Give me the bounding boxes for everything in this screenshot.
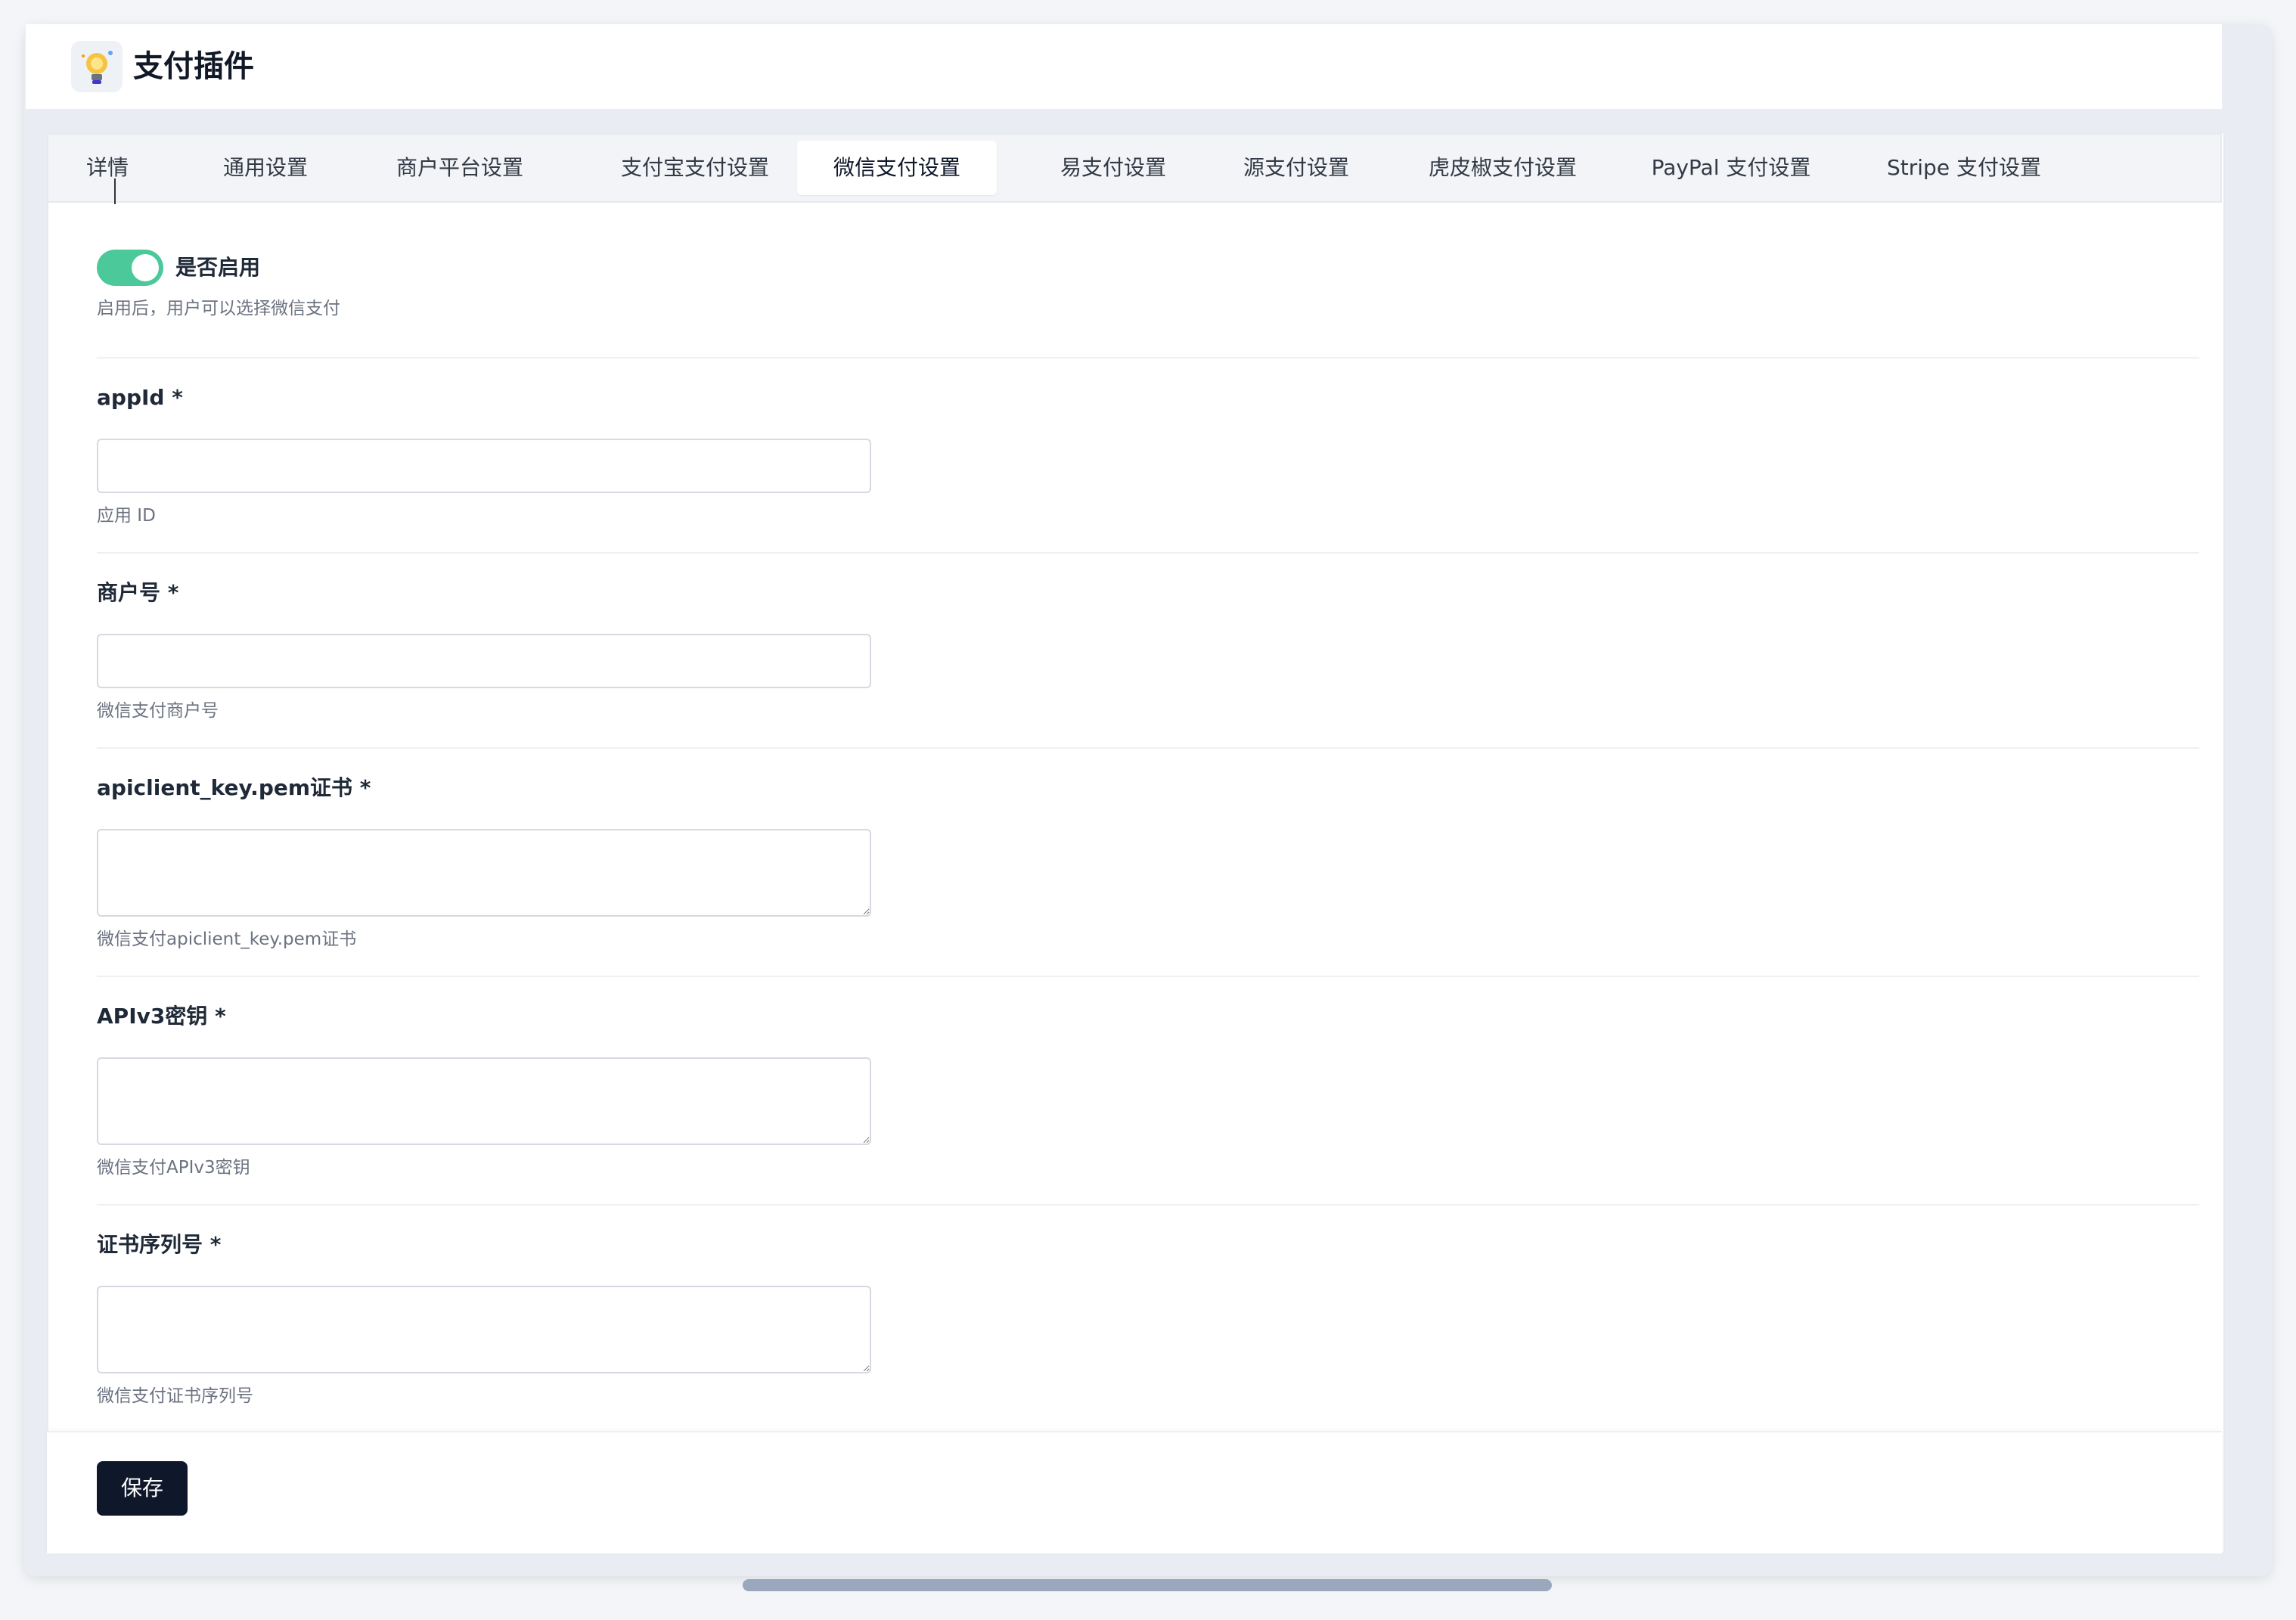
tab-yuanpay[interactable]: 源支付设置 xyxy=(1221,141,1372,195)
tab-paypal[interactable]: PayPal 支付设置 xyxy=(1629,141,1833,195)
form-footer: 保存 xyxy=(47,1431,2222,1553)
divider xyxy=(97,747,2199,749)
tab-yipay[interactable]: 易支付设置 xyxy=(1038,141,1189,195)
merchant-no-input[interactable] xyxy=(97,634,871,688)
cert-serial-textarea[interactable] xyxy=(97,1286,871,1373)
lightbulb-icon xyxy=(71,41,123,92)
tab-stripe[interactable]: Stripe 支付设置 xyxy=(1862,141,2066,195)
divider xyxy=(97,357,2199,358)
cert-serial-label: 证书序列号 * xyxy=(97,1232,222,1257)
appid-label: appId * xyxy=(97,385,183,410)
apiv3-key-label: APIv3密钥 * xyxy=(97,1004,226,1029)
divider xyxy=(97,976,2199,977)
tab-merchant-platform[interactable]: 商户平台设置 xyxy=(369,141,551,195)
apiv3-key-textarea[interactable] xyxy=(97,1057,871,1145)
apiclient-key-label: apiclient_key.pem证书 * xyxy=(97,775,371,800)
merchant-no-label: 商户号 * xyxy=(97,580,179,605)
horizontal-scrollbar[interactable] xyxy=(743,1579,1552,1591)
cert-serial-hint: 微信支付证书序列号 xyxy=(97,1386,253,1406)
enable-label: 是否启用 xyxy=(175,255,261,280)
apiv3-key-hint: 微信支付APIv3密钥 xyxy=(97,1158,250,1178)
merchant-no-hint: 微信支付商户号 xyxy=(97,701,219,721)
tab-xunhupay[interactable]: 虎皮椒支付设置 xyxy=(1401,141,1605,195)
appid-input[interactable] xyxy=(97,439,871,493)
page-title: 支付插件 xyxy=(133,49,254,84)
tab-bar: 详情 通用设置 商户平台设置 支付宝支付设置 微信支付设置 易支付设置 源支付设… xyxy=(47,133,2222,203)
tab-wechat-pay[interactable]: 微信支付设置 xyxy=(797,141,997,195)
enable-toggle[interactable] xyxy=(97,250,163,286)
enable-hint: 启用后，用户可以选择微信支付 xyxy=(97,299,340,318)
apiclient-key-hint: 微信支付apiclient_key.pem证书 xyxy=(97,929,357,949)
save-button[interactable]: 保存 xyxy=(97,1461,188,1516)
toggle-knob xyxy=(132,254,159,281)
divider xyxy=(97,552,2199,554)
text-caret xyxy=(114,178,116,204)
divider xyxy=(97,1204,2199,1206)
apiclient-key-textarea[interactable] xyxy=(97,829,871,917)
tab-alipay[interactable]: 支付宝支付设置 xyxy=(593,141,797,195)
page-header: 支付插件 xyxy=(26,24,2222,109)
tab-general[interactable]: 通用设置 xyxy=(209,141,322,195)
tab-details[interactable]: 详情 xyxy=(67,141,148,195)
appid-hint: 应用 ID xyxy=(97,506,156,526)
